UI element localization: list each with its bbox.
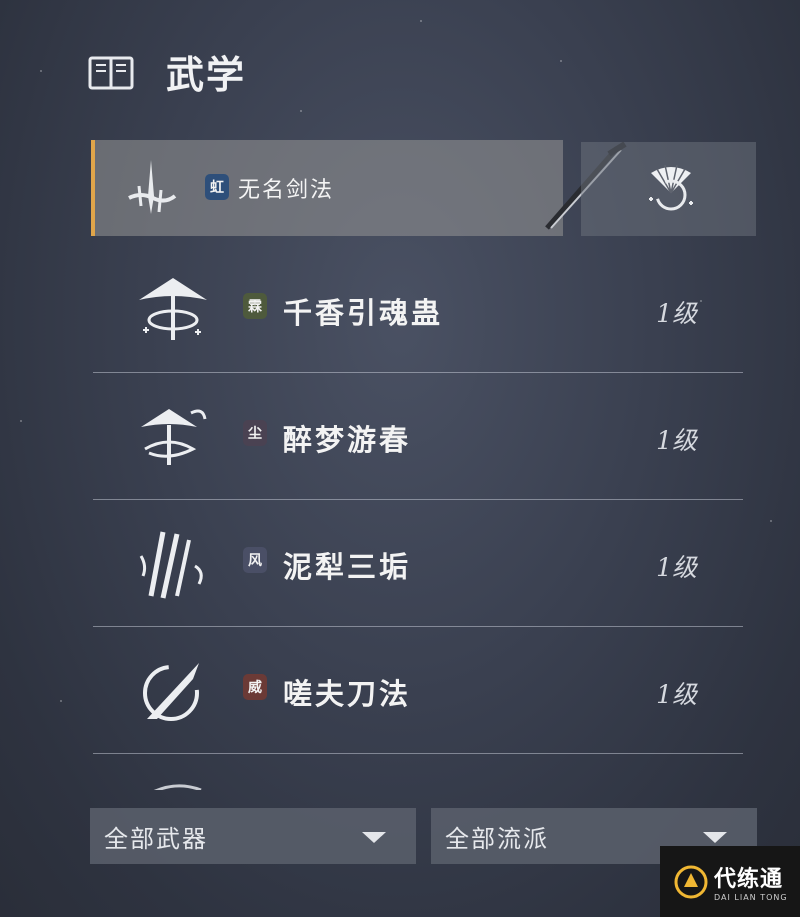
umbrella-swirl-icon <box>141 409 207 465</box>
chevron-down-icon <box>362 832 386 843</box>
skill-row[interactable]: 霖 千香引魂蛊 1级 <box>93 246 743 373</box>
watermark-subtext: DAI LIAN TONG <box>714 893 788 902</box>
skill-list: 霖 千香引魂蛊 1级 尘 醉梦游春 1级 风 泥犁三垢 1级 威 嗟夫刀法 1级 <box>93 246 743 790</box>
weapon-filter-dropdown[interactable]: 全部武器 <box>90 808 416 864</box>
page-title: 武学 <box>166 52 247 97</box>
weapon-filter-label: 全部武器 <box>104 824 208 853</box>
watermark-logo-icon <box>674 865 708 898</box>
sword-stroke-icon <box>128 160 177 214</box>
skill-name: 嗟夫刀法 <box>283 677 412 711</box>
school-badge: 霖 <box>243 293 267 319</box>
skill-level: 1级 <box>656 553 697 582</box>
equipped-skill-name: 无名剑法 <box>238 178 335 203</box>
skill-row[interactable]: 风 泥犁三垢 1级 <box>93 500 743 627</box>
school-badge: 风 <box>243 547 267 573</box>
fan-icon <box>649 164 693 211</box>
skill-row-partial[interactable] <box>93 754 743 790</box>
skill-name: 千香引魂蛊 <box>283 296 444 330</box>
bg-speck <box>420 20 422 22</box>
skill-name: 醉梦游春 <box>283 423 412 457</box>
skill-level: 1级 <box>656 680 697 709</box>
school-badge: 尘 <box>243 420 267 446</box>
watermark-text: 代练通 <box>714 867 784 892</box>
school-badge: 虹 <box>205 174 229 200</box>
bg-speck <box>770 520 772 522</box>
book-icon <box>88 56 134 89</box>
skill-level: 1级 <box>656 426 697 455</box>
chevron-down-icon <box>703 832 727 843</box>
watermark: 代练通 DAI LIAN TONG <box>660 846 800 917</box>
skill-row[interactable]: 尘 醉梦游春 1级 <box>93 373 743 500</box>
bg-speck <box>560 60 562 62</box>
bg-speck <box>20 420 22 422</box>
partial-skill-icon <box>153 784 202 790</box>
panel-header: 武学 <box>88 44 246 99</box>
equipped-skill-card[interactable]: 虹 无名剑法 <box>91 140 627 236</box>
bg-speck <box>60 700 62 702</box>
blade-circle-icon <box>143 663 199 721</box>
secondary-skill-slot[interactable] <box>581 142 756 236</box>
bg-speck <box>40 70 42 72</box>
school-filter-label: 全部流派 <box>445 824 549 853</box>
claw-slash-icon <box>139 531 203 599</box>
school-badge: 威 <box>243 674 267 700</box>
bg-speck <box>300 110 302 112</box>
skill-name: 泥犁三垢 <box>283 550 412 584</box>
umbrella-spiral-icon <box>139 278 207 340</box>
skill-level: 1级 <box>656 299 697 328</box>
skill-row[interactable]: 威 嗟夫刀法 1级 <box>93 627 743 754</box>
